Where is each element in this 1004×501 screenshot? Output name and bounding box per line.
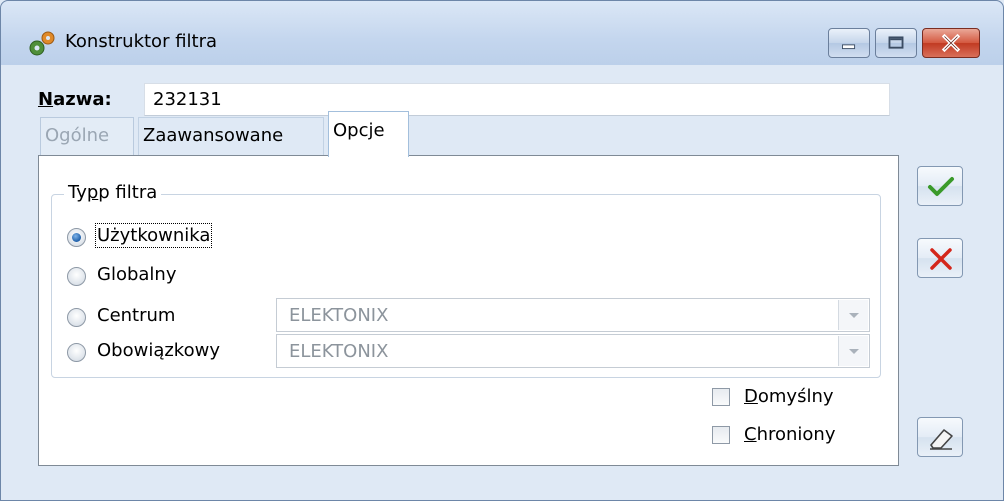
protected-checkbox-label[interactable]: Chroniony <box>744 424 836 445</box>
options-panel: Typp filtra Użytkownika Globalny Centrum… <box>38 155 899 466</box>
radio-center-label[interactable]: Centrum <box>97 305 175 326</box>
default-checkbox-label[interactable]: Domyślny <box>744 386 834 407</box>
clear-button[interactable] <box>917 417 963 457</box>
ok-button[interactable] <box>917 166 963 206</box>
name-input[interactable]: 232131 <box>144 83 890 116</box>
tab-general[interactable]: Ogólne <box>40 117 134 155</box>
checkmark-icon <box>928 177 954 196</box>
window-title: Konstruktor filtra <box>65 31 218 52</box>
radio-center[interactable] <box>67 308 86 327</box>
chevron-down-icon[interactable] <box>838 300 868 330</box>
radio-mandatory-label[interactable]: Obowiązkowy <box>97 340 220 361</box>
name-label: Nazwa: <box>38 89 112 110</box>
mandatory-select[interactable]: ELEKTONIX <box>276 334 870 368</box>
default-checkbox[interactable] <box>712 388 730 406</box>
eraser-icon <box>930 429 953 450</box>
minimize-button[interactable] <box>828 28 870 58</box>
tab-advanced[interactable]: Zaawansowane <box>138 117 324 155</box>
radio-user-label[interactable]: Użytkownika <box>94 223 213 248</box>
filter-type-group: Typp filtra Użytkownika Globalny Centrum… <box>51 182 881 378</box>
mandatory-select-value: ELEKTONIX <box>289 341 389 362</box>
radio-global-label[interactable]: Globalny <box>97 264 176 285</box>
radio-user[interactable] <box>67 228 86 247</box>
chevron-down-icon[interactable] <box>838 336 868 366</box>
center-select-value: ELEKTONIX <box>289 305 389 326</box>
close-icon <box>941 33 961 53</box>
maximize-icon <box>888 36 904 49</box>
cancel-x-icon <box>930 248 952 270</box>
gears-app-icon <box>29 31 55 56</box>
radio-global[interactable] <box>67 267 86 286</box>
title-bar[interactable]: Konstruktor filtra <box>1 1 1003 65</box>
minimize-icon <box>842 44 856 50</box>
protected-checkbox[interactable] <box>712 426 730 444</box>
filter-builder-window: Konstruktor filtra Nazwa: 232131 Ogólne … <box>0 0 1004 501</box>
tab-options[interactable]: Opcje <box>328 111 409 157</box>
dialog-body: Nazwa: 232131 Ogólne Zaawansowane Opcje … <box>8 65 997 489</box>
maximize-button[interactable] <box>875 28 917 58</box>
filter-type-title: Typp filtra <box>64 182 162 203</box>
cancel-button[interactable] <box>917 238 963 278</box>
center-select[interactable]: ELEKTONIX <box>276 298 870 332</box>
close-window-button[interactable] <box>922 28 980 58</box>
radio-mandatory[interactable] <box>67 343 86 362</box>
